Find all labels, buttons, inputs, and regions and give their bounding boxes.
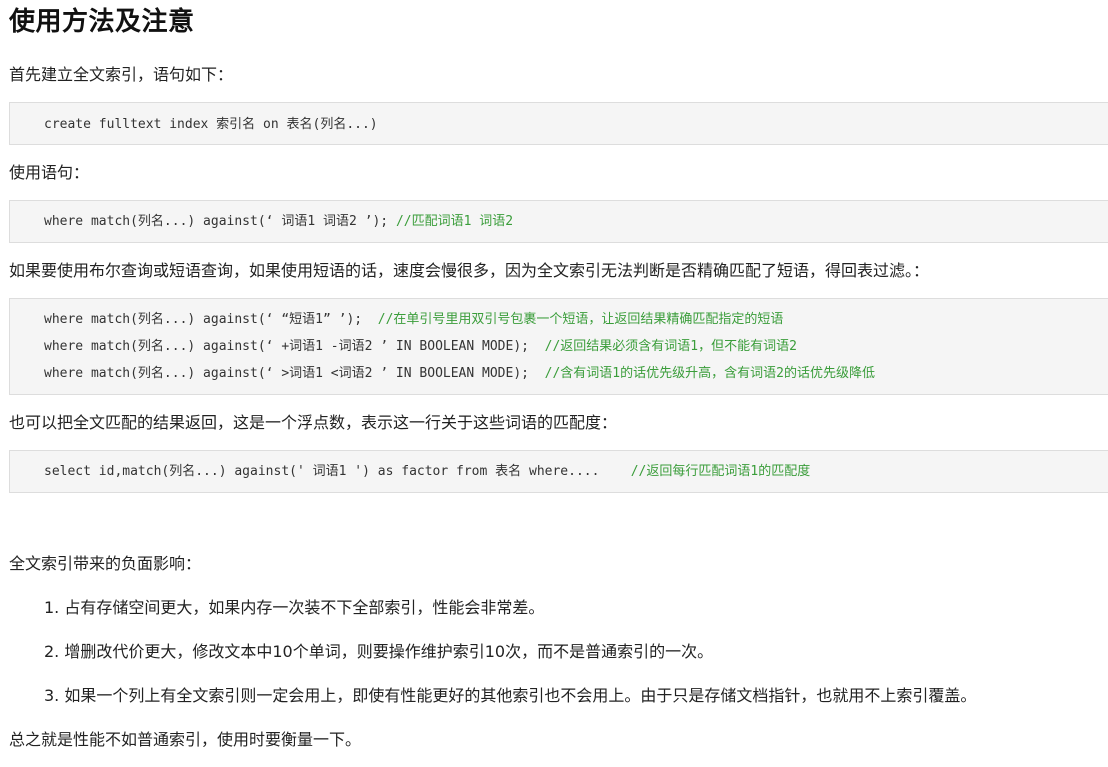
factor-code: select id,match(列名...) against(' 词语1 ') … xyxy=(44,464,631,479)
usage-code: where match(列名...) against(‘ 词语1 词语2 ’); xyxy=(44,214,396,229)
summary-text: 总之就是性能不如普通索引，使用时要衡量一下。 xyxy=(9,730,362,749)
factor-intro-text: 也可以把全文匹配的结果返回，这是一个浮点数，表示这一行关于这些词语的匹配度： xyxy=(9,413,618,432)
boolean-code: where match(列名...) against(‘ >词语1 <词语2 ’… xyxy=(44,366,545,381)
list-item: 3. 如果一个列上有全文索引则一定会用上，即使有性能更好的其他索引也不会用上。由… xyxy=(44,686,977,705)
intro-text: 首先建立全文索引，语句如下： xyxy=(9,65,234,84)
usage-code-line: where match(列名...) against(‘ 词语1 词语2 ’);… xyxy=(44,208,1108,235)
boolean-intro-text: 如果要使用布尔查询或短语查询，如果使用短语的话，速度会慢很多，因为全文索引无法判… xyxy=(9,261,930,280)
boolean-comment: //含有词语1的话优先级升高，含有词语2的话优先级降低 xyxy=(544,366,875,381)
create-index-code-block: create fulltext index 索引名 on 表名(列名...) xyxy=(9,102,1108,145)
boolean-code-line: where match(列名...) against(‘ +词语1 -词语2 ’… xyxy=(44,333,1108,360)
list-item: 1. 占有存储空间更大，如果内存一次装不下全部索引，性能会非常差。 xyxy=(44,598,545,617)
create-index-code: create fulltext index 索引名 on 表名(列名...) xyxy=(44,117,378,132)
boolean-code: where match(列名...) against(‘ “短语1” ’); xyxy=(44,312,378,327)
usage-comment: //匹配词语1 词语2 xyxy=(395,214,514,229)
factor-comment: //返回每行匹配词语1的匹配度 xyxy=(630,464,811,479)
boolean-code-line: where match(列名...) against(‘ “短语1” ’); /… xyxy=(44,306,1108,333)
usage-code-block: where match(列名...) against(‘ 词语1 词语2 ’);… xyxy=(9,200,1108,243)
article: 使用方法及注意 首先建立全文索引，语句如下： create fulltext i… xyxy=(0,0,1108,767)
boolean-comment: //返回结果必须含有词语1，但不能有词语2 xyxy=(544,339,797,354)
usage-label: 使用语句： xyxy=(9,163,90,182)
list-item: 2. 增删改代价更大，修改文本中10个单词，则要操作维护索引10次，而不是普通索… xyxy=(44,642,714,661)
page-title: 使用方法及注意 xyxy=(9,7,195,37)
boolean-code-line: where match(列名...) against(‘ >词语1 <词语2 ’… xyxy=(44,360,1108,387)
boolean-code-block: where match(列名...) against(‘ “短语1” ’); /… xyxy=(9,298,1108,395)
factor-code-block: select id,match(列名...) against(' 词语1 ') … xyxy=(9,450,1108,493)
factor-code-line: select id,match(列名...) against(' 词语1 ') … xyxy=(44,458,1108,485)
boolean-code: where match(列名...) against(‘ +词语1 -词语2 ’… xyxy=(44,339,545,354)
impact-label: 全文索引带来的负面影响： xyxy=(9,554,202,573)
boolean-comment: //在单引号里用双引号包裹一个短语，让返回结果精确匹配指定的短语 xyxy=(377,312,784,327)
